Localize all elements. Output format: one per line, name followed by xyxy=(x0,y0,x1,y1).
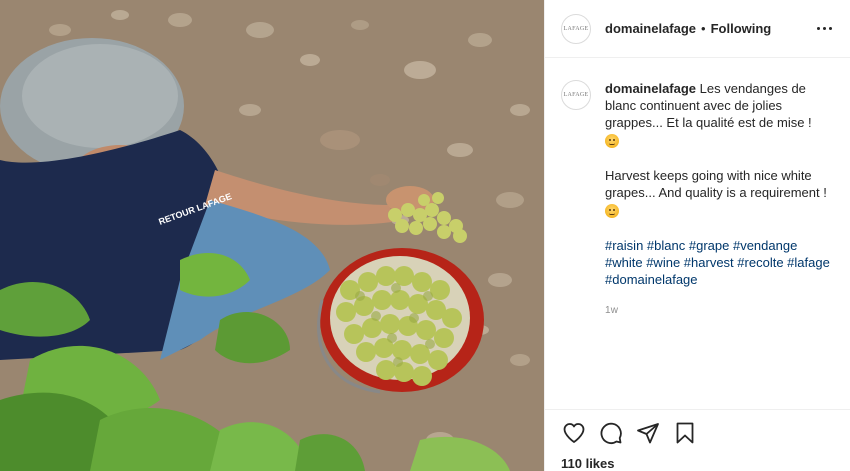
avatar[interactable]: LAFAGE xyxy=(561,13,591,44)
hashtag-link[interactable]: #grape xyxy=(689,238,729,253)
caption-body: domainelafage Les vendanges de blanc con… xyxy=(605,80,834,319)
post-photo[interactable]: RETOUR LAFAGE xyxy=(0,0,544,471)
hashtag-link[interactable]: #white xyxy=(605,255,643,270)
hashtag-link[interactable]: #raisin xyxy=(605,238,643,253)
caption-username-link[interactable]: domainelafage xyxy=(605,81,696,96)
header-username-link[interactable]: domainelafage xyxy=(605,21,696,36)
hashtag-link[interactable]: #domainelafage xyxy=(605,272,698,287)
grinning-face-icon xyxy=(605,134,619,148)
hashtag-link[interactable]: #blanc xyxy=(647,238,685,253)
comment-icon[interactable] xyxy=(598,420,624,446)
grinning-face-icon xyxy=(605,204,619,218)
hashtag-link[interactable]: #vendange xyxy=(733,238,797,253)
post-actions: 110 likes xyxy=(545,409,850,471)
hashtag-link[interactable]: #harvest xyxy=(684,255,734,270)
share-icon[interactable] xyxy=(635,420,661,446)
caption-hashtags: #raisin #blanc #grape #vendange #white #… xyxy=(605,237,834,288)
heart-icon[interactable] xyxy=(561,420,587,446)
caption-text-en: Harvest keeps going with nice white grap… xyxy=(605,168,827,200)
caption-english: Harvest keeps going with nice white grap… xyxy=(605,167,834,220)
hashtag-link[interactable]: #wine xyxy=(646,255,680,270)
post-side-panel: LAFAGE domainelafage • Following LAFAGE … xyxy=(544,0,850,471)
following-button[interactable]: Following xyxy=(711,21,772,36)
more-options-icon[interactable] xyxy=(815,19,834,39)
post-header: LAFAGE domainelafage • Following xyxy=(545,0,850,58)
bookmark-icon[interactable] xyxy=(672,420,698,446)
caption-avatar[interactable]: LAFAGE xyxy=(561,80,591,110)
post-timestamp[interactable]: 1w xyxy=(605,302,834,319)
caption-avatar-logo-text: LAFAGE xyxy=(563,92,589,98)
separator-dot: • xyxy=(701,21,706,36)
avatar-logo-text: LAFAGE xyxy=(563,25,589,32)
caption-french: domainelafage Les vendanges de blanc con… xyxy=(605,80,834,150)
hashtag-link[interactable]: #lafage xyxy=(787,255,830,270)
likes-count[interactable]: 110 likes xyxy=(561,456,835,471)
hashtag-link[interactable]: #recolte xyxy=(737,255,783,270)
post-caption: LAFAGE domainelafage Les vendanges de bl… xyxy=(545,58,850,319)
